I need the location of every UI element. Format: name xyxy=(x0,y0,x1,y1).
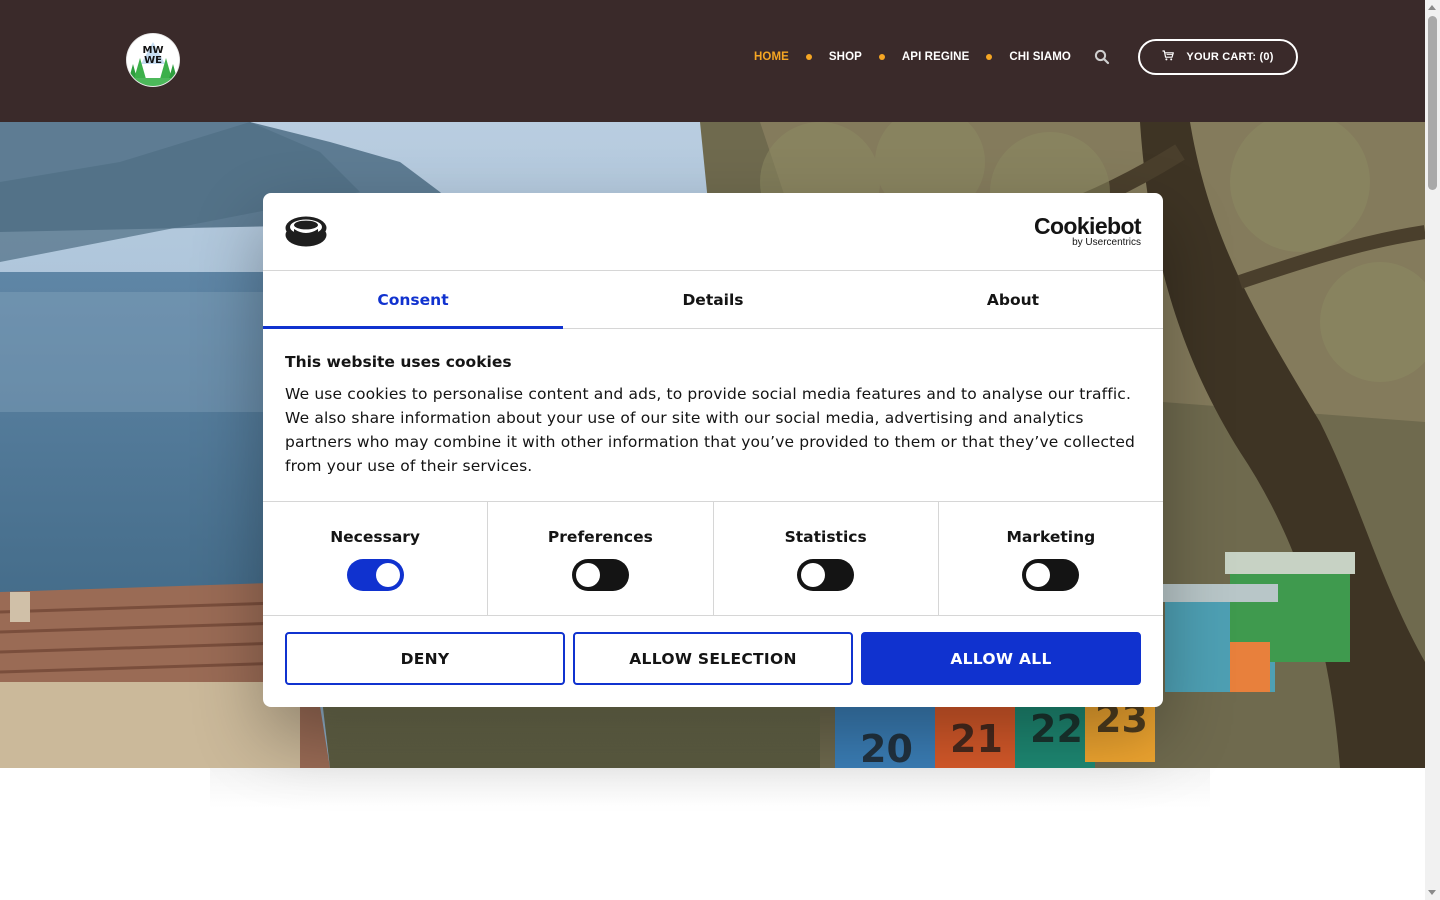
deny-button[interactable]: DENY xyxy=(285,632,565,685)
scroll-thumb[interactable] xyxy=(1428,16,1437,190)
tab-details[interactable]: Details xyxy=(563,271,863,328)
consent-toggles: Necessary Preferences Statistics Marketi… xyxy=(263,502,1163,616)
nav-separator-dot xyxy=(986,54,993,60)
cart-button[interactable]: YOUR CART: (0) xyxy=(1138,39,1298,75)
cookie-icon xyxy=(285,215,327,251)
site-header: MW WE HOME SHOP API REGINE CHI SIAMO YOU… xyxy=(0,0,1425,122)
search-icon[interactable] xyxy=(1094,49,1110,65)
toggle-necessary-group: Necessary xyxy=(263,502,489,615)
toggle-statistics-group: Statistics xyxy=(714,502,939,615)
dialog-header: Cookiebot by Usercentrics xyxy=(263,193,1163,271)
nav-chi-siamo[interactable]: CHI SIAMO xyxy=(1009,51,1071,63)
main-nav: HOME SHOP API REGINE CHI SIAMO xyxy=(754,49,1071,65)
toggle-marketing[interactable] xyxy=(1022,559,1080,591)
toggle-label-preferences: Preferences xyxy=(547,528,653,546)
toggle-preferences-group: Preferences xyxy=(488,502,714,615)
consent-buttons: DENY ALLOW SELECTION ALLOW ALL xyxy=(263,616,1163,685)
nav-separator-dot xyxy=(805,54,812,60)
svg-text:22: 22 xyxy=(1030,707,1083,751)
nav-separator-dot xyxy=(878,54,885,60)
toggle-preferences[interactable] xyxy=(571,559,629,591)
cart-icon xyxy=(1162,50,1175,64)
nav-home[interactable]: HOME xyxy=(754,51,789,63)
toggle-label-necessary: Necessary xyxy=(330,528,421,546)
svg-text:WE: WE xyxy=(144,55,162,66)
toggle-knob xyxy=(801,563,826,587)
dialog-tabs: Consent Details About xyxy=(263,271,1163,329)
toggle-knob xyxy=(575,563,600,587)
consent-description: We use cookies to personalise content an… xyxy=(285,385,1136,475)
tab-consent[interactable]: Consent xyxy=(263,271,563,329)
page-scrollbar[interactable] xyxy=(1425,0,1440,900)
toggle-knob xyxy=(375,563,400,587)
consent-body: This website uses cookies We use cookies… xyxy=(263,329,1163,502)
toggle-label-statistics: Statistics xyxy=(784,528,867,546)
cart-label: YOUR CART: (0) xyxy=(1186,51,1274,63)
nav-api-regine[interactable]: API REGINE xyxy=(902,51,969,63)
logo-image: MW WE xyxy=(127,34,179,86)
cookiebot-logo[interactable]: Cookiebot by Usercentrics xyxy=(1033,213,1142,248)
toggle-knob xyxy=(1026,563,1051,587)
scroll-up-arrow-icon[interactable] xyxy=(1428,5,1436,10)
svg-text:21: 21 xyxy=(950,717,1003,761)
consent-heading: This website uses cookies xyxy=(285,353,512,371)
content-card-shadow xyxy=(210,768,1210,808)
tab-about[interactable]: About xyxy=(863,271,1163,328)
allow-all-button[interactable]: ALLOW ALL xyxy=(861,632,1141,685)
cookiebot-brand-name: Cookiebot xyxy=(1033,213,1142,239)
toggle-statistics[interactable] xyxy=(797,559,855,591)
site-logo[interactable]: MW WE xyxy=(127,34,179,86)
allow-selection-button[interactable]: ALLOW SELECTION xyxy=(573,632,853,685)
svg-text:20: 20 xyxy=(860,727,913,768)
toggle-necessary[interactable] xyxy=(346,559,404,591)
toggle-marketing-group: Marketing xyxy=(939,502,1163,615)
cookie-consent-dialog: Cookiebot by Usercentrics Consent Detail… xyxy=(263,193,1163,707)
toggle-label-marketing: Marketing xyxy=(1006,528,1096,546)
nav-shop[interactable]: SHOP xyxy=(829,51,862,63)
scroll-down-arrow-icon[interactable] xyxy=(1428,890,1436,895)
